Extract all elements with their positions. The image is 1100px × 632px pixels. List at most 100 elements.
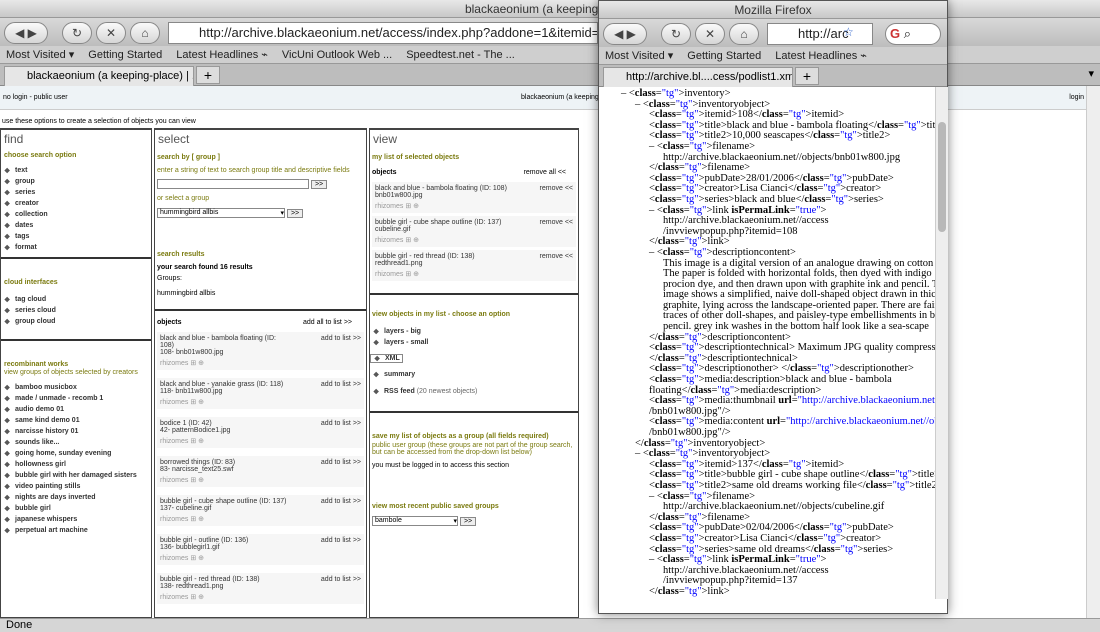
recombinant-work-item[interactable]: bamboo musicbox: [1, 384, 151, 392]
recombinant-work-item[interactable]: going home, sunday evening: [1, 450, 151, 458]
view-icon[interactable]: ⊕: [198, 438, 204, 445]
reload-button[interactable]: ↻: [62, 22, 92, 44]
cloud-link[interactable]: series cloud: [1, 307, 151, 315]
expand-icon[interactable]: ⊞: [188, 477, 198, 484]
expand-icon[interactable]: ⊞: [188, 594, 198, 601]
recombinant-work-item[interactable]: perpetual art machine: [1, 527, 151, 535]
bookmark-star-icon[interactable]: ☆: [843, 25, 854, 39]
expand-icon[interactable]: ⊞: [188, 438, 198, 445]
rhizomes-label[interactable]: rhizomes: [160, 399, 188, 406]
recombinant-work-item[interactable]: hollowness girl: [1, 461, 151, 469]
view-icon[interactable]: ⊕: [198, 516, 204, 523]
tab-blackaeonium[interactable]: blackaeonium (a keeping-place) | ...: [4, 66, 194, 86]
expand-icon[interactable]: ⊞: [188, 360, 198, 367]
xml-line[interactable]: – <class="tg">descriptioncontent>: [599, 247, 935, 259]
view-option-link[interactable]: layers - small: [370, 339, 578, 347]
login-link[interactable]: login: [1069, 94, 1084, 101]
forward-icon[interactable]: ▶: [627, 27, 636, 41]
recent-groups-select[interactable]: bambole ▾: [372, 516, 458, 526]
back-icon[interactable]: ◀: [614, 27, 623, 41]
cloud-link[interactable]: tag cloud: [1, 296, 151, 304]
recombinant-work-item[interactable]: audio demo 01: [1, 406, 151, 414]
recombinant-work-item[interactable]: bubble girl with her damaged sisters: [1, 472, 151, 480]
tab-list-icon[interactable]: ▾: [1088, 67, 1094, 80]
bookmark-item[interactable]: Most Visited ▾: [6, 49, 74, 61]
rhizomes-label[interactable]: rhizomes: [160, 477, 188, 484]
rhizomes-label[interactable]: rhizomes: [160, 555, 188, 562]
search-option-series[interactable]: series: [1, 189, 151, 197]
expand-icon[interactable]: ⊞: [188, 516, 198, 523]
view-option-link[interactable]: summary: [370, 371, 578, 379]
rhizomes-label[interactable]: rhizomes: [375, 237, 403, 244]
view-icon[interactable]: ⊕: [413, 271, 419, 278]
remove-all-link[interactable]: remove all <<: [524, 169, 566, 176]
rhizomes-label[interactable]: rhizomes: [375, 271, 403, 278]
add-to-list-link[interactable]: add to list >>: [321, 420, 361, 427]
popup-back-forward-button[interactable]: ◀ ▶: [603, 23, 647, 45]
expand-icon[interactable]: ⊞: [188, 399, 198, 406]
forward-icon[interactable]: ▶: [28, 26, 37, 40]
add-to-list-link[interactable]: add to list >>: [321, 335, 361, 342]
search-option-group[interactable]: group: [1, 178, 151, 186]
popup-home-button[interactable]: ⌂: [729, 23, 759, 45]
recombinant-work-item[interactable]: bubble girl: [1, 505, 151, 513]
main-vertical-scrollbar[interactable]: [1086, 86, 1100, 618]
search-option-collection[interactable]: collection: [1, 211, 151, 219]
rhizomes-label[interactable]: rhizomes: [160, 438, 188, 445]
back-icon[interactable]: ◀: [15, 26, 24, 40]
home-button[interactable]: ⌂: [130, 22, 160, 44]
rss-feed-link[interactable]: RSS feed (20 newest objects): [370, 388, 578, 396]
remove-link[interactable]: remove <<: [540, 219, 573, 226]
group-go-button[interactable]: >>: [286, 208, 304, 218]
search-option-tags[interactable]: tags: [1, 233, 151, 241]
new-tab-button[interactable]: +: [196, 66, 220, 84]
bookmark-item[interactable]: Getting Started: [88, 49, 162, 61]
group-result[interactable]: hummingbird allbis: [155, 284, 366, 303]
group-select[interactable]: hummingbird allbis ▾: [157, 208, 285, 218]
stop-button[interactable]: ✕: [96, 22, 126, 44]
cloud-link[interactable]: group cloud: [1, 318, 151, 326]
bookmark-item[interactable]: Most Visited ▾: [605, 50, 673, 62]
scrollbar-thumb[interactable]: [938, 122, 946, 232]
recombinant-work-item[interactable]: same kind demo 01: [1, 417, 151, 425]
expand-icon[interactable]: ⊞: [403, 271, 413, 278]
expand-icon[interactable]: ⊞: [403, 203, 413, 210]
bookmark-item[interactable]: Latest Headlines ⌁: [176, 49, 268, 61]
tab-podlist-xml[interactable]: http://archive.bl....cess/podlist1.xml: [603, 67, 793, 87]
address-bar[interactable]: http://archive.blackaeonium.net/access/i…: [168, 22, 598, 44]
popup-address-bar[interactable]: http://arc: [767, 23, 873, 45]
remove-link[interactable]: remove <<: [540, 185, 573, 192]
recombinant-work-item[interactable]: nights are days inverted: [1, 494, 151, 502]
remove-link[interactable]: remove <<: [540, 253, 573, 260]
view-icon[interactable]: ⊕: [413, 203, 419, 210]
view-icon[interactable]: ⊕: [198, 360, 204, 367]
search-option-text[interactable]: text: [1, 167, 151, 175]
bookmark-item[interactable]: Speedtest.net - The ...: [406, 49, 515, 61]
add-to-list-link[interactable]: add to list >>: [321, 498, 361, 505]
view-option-link[interactable]: XML: [370, 354, 403, 363]
add-to-list-link[interactable]: add to list >>: [321, 537, 361, 544]
bookmark-item[interactable]: VicUni Outlook Web ...: [282, 49, 392, 61]
add-to-list-link[interactable]: add to list >>: [321, 381, 361, 388]
rhizomes-label[interactable]: rhizomes: [375, 203, 403, 210]
back-forward-button[interactable]: ◀ ▶: [4, 22, 48, 44]
view-icon[interactable]: ⊕: [198, 594, 204, 601]
add-to-list-link[interactable]: add to list >>: [321, 576, 361, 583]
expand-icon[interactable]: ⊞: [188, 555, 198, 562]
search-option-format[interactable]: format: [1, 244, 151, 252]
view-icon[interactable]: ⊕: [198, 399, 204, 406]
popup-reload-button[interactable]: ↻: [661, 23, 691, 45]
bookmark-item[interactable]: Latest Headlines ⌁: [775, 50, 867, 62]
popup-new-tab-button[interactable]: +: [795, 67, 819, 85]
search-box[interactable]: G ⌕: [885, 23, 941, 45]
expand-icon[interactable]: ⊞: [403, 237, 413, 244]
recombinant-work-item[interactable]: video painting stills: [1, 483, 151, 491]
search-option-dates[interactable]: dates: [1, 222, 151, 230]
recombinant-work-item[interactable]: sounds like...: [1, 439, 151, 447]
recombinant-work-item[interactable]: narcisse history 01: [1, 428, 151, 436]
bookmark-item[interactable]: Getting Started: [687, 50, 761, 62]
recombinant-work-item[interactable]: japanese whispers: [1, 516, 151, 524]
add-all-to-list-link[interactable]: add all to list >>: [303, 319, 352, 326]
rhizomes-label[interactable]: rhizomes: [160, 594, 188, 601]
search-option-creator[interactable]: creator: [1, 200, 151, 208]
